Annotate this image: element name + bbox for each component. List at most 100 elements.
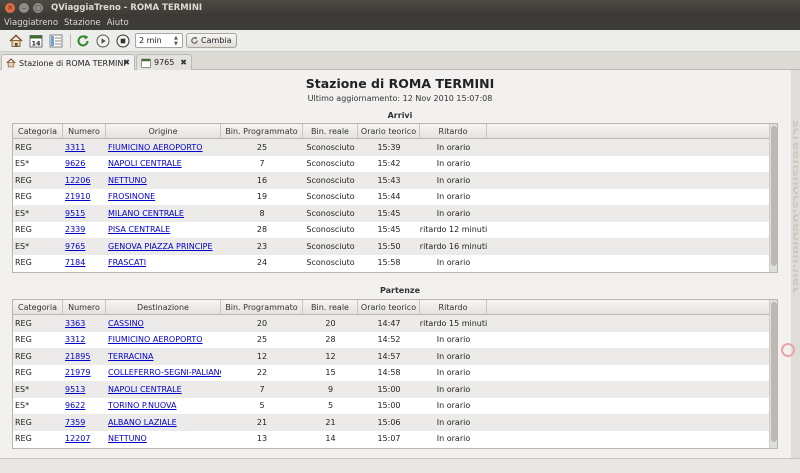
station-link[interactable]: NAPOLI CENTRALE	[108, 159, 182, 168]
train-number-link[interactable]: 9622	[65, 401, 85, 410]
station-link[interactable]: TORINO P.NUOVA	[108, 401, 176, 410]
scrollbar-thumb[interactable]	[771, 302, 777, 442]
table-row[interactable]: REG 21895 TERRACINA 12 12 14:57 In orario	[13, 348, 777, 365]
stop-button[interactable]	[115, 33, 131, 49]
station-link[interactable]: NAPOLI CENTRALE	[108, 385, 182, 394]
cell-station: PISA CENTRALE	[106, 222, 221, 239]
train-number-link[interactable]: 9513	[65, 385, 85, 394]
table-scrollbar[interactable]	[769, 124, 777, 272]
table-row[interactable]: REG 21910 FROSINONE 19 Sconosciuto 15:44 In or…	[13, 188, 777, 205]
station-link[interactable]: TERRACINA	[108, 352, 153, 361]
table-row[interactable]: REG 3363 CASSINO 20 20 14:47 ritardo 15 minuti	[13, 315, 777, 332]
station-link[interactable]: ALBANO LAZIALE	[108, 418, 177, 427]
cell-number: 9513	[63, 381, 106, 398]
station-link[interactable]: FIUMICINO AEROPORTO	[108, 335, 203, 344]
table-row[interactable]: REG 2339 PISA CENTRALE 28 Sconosciuto 15:45 ri…	[13, 221, 777, 239]
table-row[interactable]: ES* 9622 TORINO P.NUOVA 5 5 15:00 In orario	[13, 397, 777, 414]
column-header-station[interactable]: Destinazione	[106, 300, 221, 314]
train-number-link[interactable]: 21979	[65, 368, 90, 377]
tab-station[interactable]: Stazione di ROMA TERMINI ✖	[1, 54, 135, 71]
menu-aiuto[interactable]: Aiuto	[107, 18, 129, 28]
list-view-button[interactable]	[48, 33, 64, 49]
table-scrollbar[interactable]	[769, 300, 777, 448]
cell-category: ES*	[15, 241, 30, 251]
column-header-category[interactable]: Categoria	[13, 124, 63, 138]
column-header-category[interactable]: Categoria	[13, 300, 63, 314]
table-row[interactable]: REG 12206 NETTUNO 16 Sconosciuto 15:43 In orar…	[13, 172, 777, 189]
column-header-platform-actual[interactable]: Bin. reale	[303, 124, 358, 138]
cell-number: 3363	[63, 315, 106, 332]
train-number-link[interactable]: 9515	[65, 209, 85, 218]
column-header-scheduled-time[interactable]: Orario teorico	[358, 124, 420, 138]
cell-scheduled-time: 15:45	[377, 225, 401, 235]
calendar-button[interactable]: 14	[28, 33, 44, 49]
cell-platform-planned: 25	[256, 142, 268, 152]
table-row[interactable]: ES* 9515 MILANO CENTRALE 8 Sconosciuto 15:45 I…	[13, 205, 777, 222]
spin-down-icon: ▼	[174, 40, 178, 47]
station-link[interactable]: COLLEFERRO-SEGNI-PALIANO	[108, 368, 221, 377]
change-button[interactable]: Cambia	[186, 33, 238, 48]
station-link[interactable]: FROSINONE	[108, 192, 155, 201]
refresh-button[interactable]	[75, 33, 91, 49]
table-row[interactable]: REG 3311 FIUMICINO AEROPORTO 25 Sconosciuto 1…	[13, 139, 777, 156]
table-row[interactable]: REG 3312 FIUMICINO AEROPORTO 25 28 14:52 In or…	[13, 331, 777, 348]
train-number-link[interactable]: 7184	[65, 258, 85, 267]
station-link[interactable]: FIUMICINO AEROPORTO	[108, 143, 203, 152]
column-header-delay[interactable]: Ritardo	[420, 124, 487, 138]
table-row[interactable]: ES* 9513 NAPOLI CENTRALE 7 9 15:00 In orario	[13, 381, 777, 398]
maximize-window-button[interactable]: □	[33, 3, 43, 13]
minimize-window-button[interactable]: –	[19, 3, 29, 13]
close-window-button[interactable]: ✕	[5, 3, 15, 13]
column-header-station[interactable]: Origine	[106, 124, 221, 138]
interval-spinbox[interactable]: 2 min ▲ ▼	[135, 33, 183, 48]
menu-viaggiatreno[interactable]: Viaggiatreno	[4, 18, 58, 28]
train-number-link[interactable]: 3312	[65, 335, 85, 344]
station-link[interactable]: CASSINO	[108, 319, 144, 328]
station-link[interactable]: GENOVA PIAZZA PRINCIPE	[108, 242, 213, 251]
station-link[interactable]: NETTUNO	[108, 176, 147, 185]
cell-scheduled-time: 15:50	[377, 241, 401, 251]
table-row[interactable]: REG 21979 COLLEFERRO-SEGNI-PALIANO 22 15 14:5…	[13, 364, 777, 381]
train-number-link[interactable]: 21895	[65, 352, 90, 361]
column-header-platform-planned[interactable]: Bin. Programmato	[221, 300, 303, 314]
table-row[interactable]: ES* 9765 GENOVA PIAZZA PRINCIPE 23 Sconosciu…	[13, 238, 777, 255]
close-tab-icon[interactable]: ✖	[180, 58, 187, 67]
station-link[interactable]: MILANO CENTRALE	[108, 209, 184, 218]
close-tab-icon[interactable]: ✖	[123, 58, 130, 67]
tab-train[interactable]: 9765 ✖	[136, 54, 192, 70]
station-link[interactable]: NETTUNO	[108, 434, 147, 443]
station-link[interactable]: FRASCATI	[108, 258, 146, 267]
table-row[interactable]: ES* 9626 NAPOLI CENTRALE 7 Sconosciuto 15:42 I…	[13, 155, 777, 172]
cell-platform-actual: Sconosciuto	[306, 258, 355, 268]
train-number-link[interactable]: 2339	[65, 225, 85, 234]
train-number-link[interactable]: 9765	[65, 242, 85, 251]
cell-platform-planned: 20	[256, 318, 268, 328]
table-row[interactable]: REG 7184 FRASCATI 24 Sconosciuto 15:58 In orar…	[13, 254, 777, 271]
scrollbar-thumb[interactable]	[771, 126, 777, 266]
cell-platform-planned: 12	[256, 351, 268, 361]
close-icon: ✕	[7, 3, 13, 12]
spin-arrows[interactable]: ▲ ▼	[174, 34, 181, 47]
table-row[interactable]: REG 7359 ALBANO LAZIALE 21 21 15:06 In orario	[13, 414, 777, 431]
station-link[interactable]: PISA CENTRALE	[108, 225, 170, 234]
column-header-delay[interactable]: Ritardo	[420, 300, 487, 314]
column-header-number[interactable]: Numero	[63, 124, 106, 138]
train-number-link[interactable]: 12207	[65, 434, 90, 443]
train-number-link[interactable]: 3363	[65, 319, 85, 328]
page-horizontal-scrollbar[interactable]	[0, 458, 800, 473]
train-number-link[interactable]: 21910	[65, 192, 90, 201]
home-button[interactable]	[8, 33, 24, 49]
menu-stazione[interactable]: Stazione	[64, 18, 101, 28]
column-header-platform-actual[interactable]: Bin. reale	[303, 300, 358, 314]
train-number-link[interactable]: 12206	[65, 176, 90, 185]
column-header-platform-planned[interactable]: Bin. Programmato	[221, 124, 303, 138]
train-number-link[interactable]: 3311	[65, 143, 85, 152]
column-header-number[interactable]: Numero	[63, 300, 106, 314]
cell-category: ES*	[15, 208, 30, 218]
column-header-scheduled-time[interactable]: Orario teorico	[358, 300, 420, 314]
train-number-link[interactable]: 9626	[65, 159, 85, 168]
train-number-link[interactable]: 7359	[65, 418, 85, 427]
table-row[interactable]: REG 12207 NETTUNO 13 14 15:07 In orario	[13, 430, 777, 447]
play-button[interactable]	[95, 33, 111, 49]
column-header-filler	[487, 124, 777, 138]
